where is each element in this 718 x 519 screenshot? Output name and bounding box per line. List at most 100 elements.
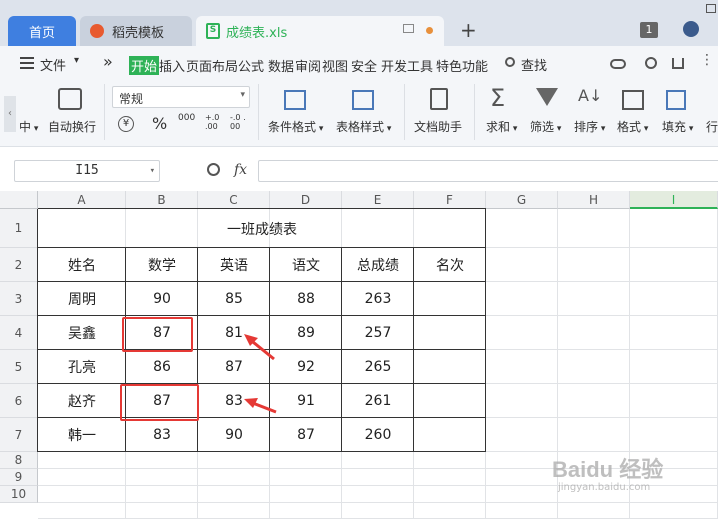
menu-view[interactable]: 视图 — [322, 56, 348, 75]
restore-window-icon[interactable] — [706, 4, 716, 13]
sort-icon[interactable]: A↓ — [578, 86, 602, 105]
header-cell[interactable]: 总成绩 — [342, 248, 414, 282]
menu-developer[interactable]: 开发工具 — [381, 56, 433, 75]
table-cell[interactable] — [414, 418, 486, 452]
menu-data[interactable]: 数据 — [268, 56, 294, 75]
fill-icon[interactable] — [666, 90, 686, 110]
document-helper-icon[interactable] — [430, 88, 448, 110]
table-cell[interactable]: 85 — [198, 282, 270, 316]
row-header-9[interactable]: 9 — [0, 469, 38, 486]
menu-file[interactable]: 文件 — [40, 55, 66, 74]
formula-input[interactable] — [258, 160, 718, 182]
table-style-button[interactable]: 表格样式 ▾ — [336, 118, 391, 135]
currency-icon[interactable]: ¥ — [118, 116, 134, 132]
menu-features[interactable]: 特色功能 — [436, 56, 488, 75]
row-header-4[interactable]: 4 — [0, 316, 38, 350]
table-cell[interactable] — [414, 282, 486, 316]
row-header-1[interactable]: 1 — [0, 209, 38, 248]
table-cell[interactable]: 263 — [342, 282, 414, 316]
decrease-decimal-icon[interactable]: -.0 .00 — [230, 113, 248, 131]
table-cell[interactable]: 90 — [198, 418, 270, 452]
search-icon[interactable] — [505, 57, 515, 67]
table-style-icon[interactable] — [352, 90, 374, 110]
column-header-c[interactable]: C — [198, 191, 270, 209]
filter-button[interactable]: 筛选 ▾ — [530, 118, 561, 135]
share-icon[interactable] — [672, 58, 684, 69]
row-header-8[interactable]: 8 — [0, 452, 38, 469]
table-cell[interactable]: 吴鑫 — [38, 316, 126, 350]
table-cell[interactable]: 周明 — [38, 282, 126, 316]
column-header-i[interactable]: I — [630, 191, 718, 209]
wrap-text-icon[interactable] — [58, 88, 82, 110]
row-header-3[interactable]: 3 — [0, 282, 38, 316]
wrap-text-button[interactable]: 自动换行 — [48, 118, 96, 135]
header-cell[interactable]: 数学 — [126, 248, 198, 282]
chevron-down-icon[interactable]: ▾ — [74, 55, 79, 66]
format-icon[interactable] — [622, 90, 644, 110]
menu-security[interactable]: 安全 — [351, 56, 377, 75]
table-cell[interactable] — [414, 384, 486, 418]
new-tab-button[interactable]: + — [460, 18, 477, 42]
number-format-select[interactable]: 常规 ▾ — [112, 86, 250, 108]
table-cell[interactable]: 92 — [270, 350, 342, 384]
percent-icon[interactable]: % — [152, 114, 167, 133]
sheet-title-cell[interactable]: 一班成绩表 — [38, 209, 486, 248]
table-cell[interactable]: 90 — [126, 282, 198, 316]
table-cell[interactable]: 88 — [270, 282, 342, 316]
column-header-g[interactable]: G — [486, 191, 558, 209]
tab-template[interactable]: 稻壳模板 — [80, 16, 192, 46]
column-header-e[interactable]: E — [342, 191, 414, 209]
table-cell[interactable]: 89 — [270, 316, 342, 350]
column-header-a[interactable]: A — [38, 191, 126, 209]
table-cell[interactable]: 赵齐 — [38, 384, 126, 418]
row-col-button[interactable]: 行 — [706, 118, 718, 135]
menu-formula[interactable]: 公式 — [238, 56, 264, 75]
table-cell[interactable]: 孔亮 — [38, 350, 126, 384]
table-cell[interactable]: 261 — [342, 384, 414, 418]
row-header-10[interactable]: 10 — [0, 486, 38, 503]
more-options-icon[interactable]: ⋮ — [700, 52, 714, 68]
hamburger-icon[interactable] — [20, 57, 34, 69]
header-cell[interactable]: 姓名 — [38, 248, 126, 282]
menu-insert[interactable]: 插入 — [159, 56, 185, 75]
header-cell[interactable]: 英语 — [198, 248, 270, 282]
conditional-format-icon[interactable] — [284, 90, 306, 110]
menu-review[interactable]: 审阅 — [295, 56, 321, 75]
header-cell[interactable]: 语文 — [270, 248, 342, 282]
monitor-icon[interactable] — [403, 24, 414, 33]
table-cell[interactable]: 87 — [270, 418, 342, 452]
more-menu-icon[interactable]: » — [103, 52, 113, 71]
tab-home[interactable]: 首页 — [8, 16, 76, 46]
menu-page-layout[interactable]: 页面布局 — [186, 56, 238, 75]
table-cell[interactable] — [414, 350, 486, 384]
column-header-d[interactable]: D — [270, 191, 342, 209]
fill-button[interactable]: 填充 ▾ — [662, 118, 693, 135]
increase-decimal-icon[interactable]: +.0 .00 — [205, 113, 223, 131]
sum-button[interactable]: 求和 ▾ — [486, 118, 517, 135]
table-cell[interactable]: 86 — [126, 350, 198, 384]
document-helper-button[interactable]: 文档助手 — [414, 118, 462, 135]
sum-icon[interactable]: Σ — [490, 84, 505, 112]
row-header-7[interactable]: 7 — [0, 418, 38, 452]
select-all-corner[interactable] — [0, 191, 38, 209]
conditional-format-button[interactable]: 条件格式 ▾ — [268, 118, 323, 135]
table-cell[interactable]: 260 — [342, 418, 414, 452]
row-header-5[interactable]: 5 — [0, 350, 38, 384]
format-button[interactable]: 格式 ▾ — [617, 118, 648, 135]
table-cell[interactable]: 韩一 — [38, 418, 126, 452]
column-header-f[interactable]: F — [414, 191, 486, 209]
tab-file[interactable]: S 成绩表.xls — [196, 16, 444, 46]
menu-search[interactable]: 查找 — [521, 55, 547, 74]
column-header-b[interactable]: B — [126, 191, 198, 209]
menu-start[interactable]: 开始 — [129, 56, 160, 75]
header-cell[interactable]: 名次 — [414, 248, 486, 282]
table-cell[interactable]: 257 — [342, 316, 414, 350]
filter-icon[interactable] — [536, 88, 558, 106]
column-header-h[interactable]: H — [558, 191, 630, 209]
row-header-6[interactable]: 6 — [0, 384, 38, 418]
table-cell[interactable] — [414, 316, 486, 350]
user-add-icon[interactable] — [645, 57, 657, 69]
fx-icon[interactable]: fx — [234, 162, 247, 178]
merge-center-label[interactable]: 中 ▾ — [19, 118, 38, 135]
thousands-separator-icon[interactable]: 000 — [178, 113, 195, 123]
